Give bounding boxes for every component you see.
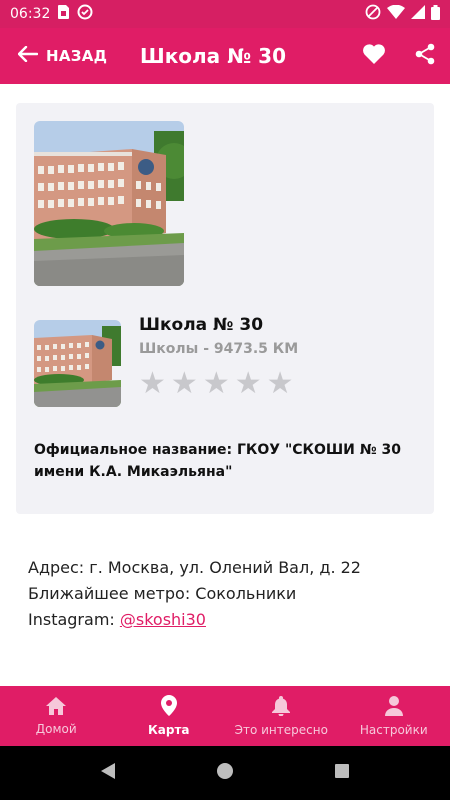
status-time: 06:32 [10,6,51,22]
address-text: Адрес: г. Москва, ул. Олений Вал, д. 22 [28,558,361,577]
nav-item-interesting[interactable]: Это интересно [225,686,338,746]
nav-item-home[interactable]: Домой [0,686,113,746]
nav-item-settings[interactable]: Настройки [338,686,450,746]
arrow-left-icon [17,45,39,66]
status-bar: 06:32 [0,0,450,28]
wifi-icon [387,4,405,23]
system-nav-bar [0,746,450,800]
blocked-icon [365,4,381,24]
bell-icon [272,695,291,719]
nav-item-map[interactable]: Карта [113,686,226,746]
battery-icon [431,4,440,24]
place-details: Адрес: г. Москва, ул. Олений Вал, д. 22 … [28,555,361,633]
signal-icon [411,5,425,23]
place-card: Школа № 30 Школы - 9473.5 КМ ★ ★ ★ ★ ★ О… [16,103,434,514]
nav-label-settings: Настройки [359,722,428,737]
thumbnail-photo[interactable] [34,320,121,407]
share-icon[interactable] [414,43,436,69]
nav-label-interesting: Это интересно [234,722,328,737]
back-triangle-icon[interactable] [100,762,116,784]
favorite-heart-icon[interactable] [362,43,386,69]
home-circle-icon[interactable] [216,762,234,784]
star-icon[interactable]: ★ [235,369,262,399]
page-title: Школа № 30 [140,44,286,68]
instagram-row: Instagram: @skoshi30 [28,607,361,633]
instagram-link[interactable]: @skoshi30 [120,610,206,629]
metro-text: Ближайшее метро: Сокольники [28,584,297,603]
app-bar: НАЗАД Школа № 30 [0,28,450,84]
back-button[interactable]: НАЗАД [0,28,107,84]
instagram-label: Instagram: [28,610,120,629]
sim-card-icon [58,5,70,23]
star-icon[interactable]: ★ [267,369,294,399]
person-icon [384,695,403,719]
star-icon[interactable]: ★ [139,369,166,399]
home-icon [46,696,67,718]
official-name: Официальное название: ГКОУ "СКОШИ № 30 и… [34,442,401,480]
map-pin-icon [160,695,177,719]
main-photo[interactable] [34,121,184,286]
nav-label-home: Домой [35,721,77,736]
place-category-distance: Школы - 9473.5 КМ [139,341,299,357]
star-icon[interactable]: ★ [171,369,198,399]
data-saver-icon [77,4,93,24]
star-icon[interactable]: ★ [203,369,230,399]
nav-label-map: Карта [147,723,190,737]
place-info: Школа № 30 Школы - 9473.5 КМ ★ ★ ★ ★ ★ [139,315,298,399]
bottom-nav: Домой Карта Это интересно Настройки [0,686,450,746]
back-label: НАЗАД [46,47,108,65]
rating-stars[interactable]: ★ ★ ★ ★ ★ [139,369,298,399]
recents-square-icon[interactable] [334,763,350,783]
place-name: Школа № 30 [139,315,264,335]
